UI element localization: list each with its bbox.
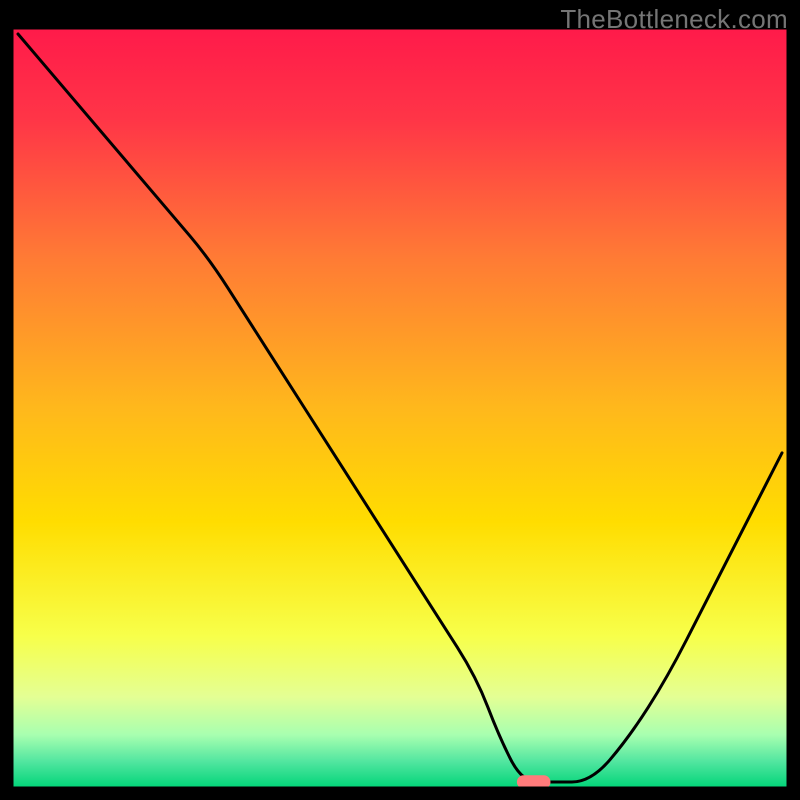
- gradient-background: [12, 28, 788, 788]
- chart-container: TheBottleneck.com: [0, 0, 800, 800]
- watermark-text: TheBottleneck.com: [560, 4, 788, 35]
- bottleneck-chart: [0, 0, 800, 800]
